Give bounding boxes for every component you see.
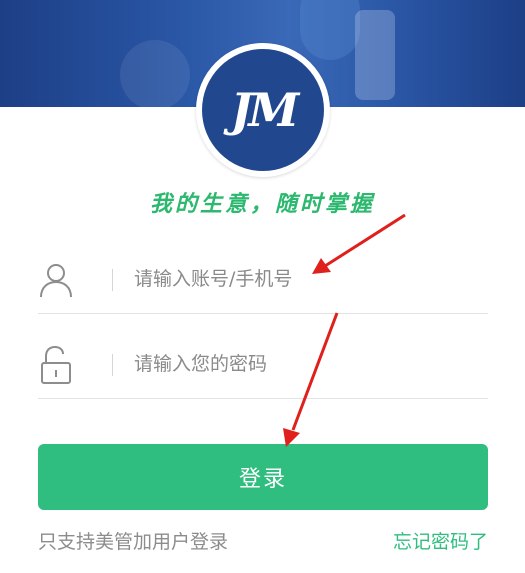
logo-badge: JM (202, 49, 324, 171)
username-field (38, 243, 488, 314)
forgot-password-link[interactable]: 忘记密码了 (393, 527, 488, 554)
user-icon (40, 264, 72, 298)
banner-decor (120, 40, 190, 107)
slogan: 我的生意，随时掌握 (149, 192, 375, 217)
password-input[interactable] (134, 346, 474, 382)
banner-decor (300, 0, 360, 60)
field-divider (112, 354, 113, 376)
logo-text: JM (230, 83, 300, 137)
login-note: 只支持美管加用户登录 (38, 531, 229, 553)
field-divider (112, 269, 113, 291)
lock-icon (41, 346, 71, 384)
password-field (38, 328, 488, 399)
login-button[interactable]: 登录 (38, 444, 488, 510)
username-input[interactable] (134, 261, 474, 297)
banner-decor (355, 10, 395, 100)
app-logo: JM (196, 43, 330, 177)
